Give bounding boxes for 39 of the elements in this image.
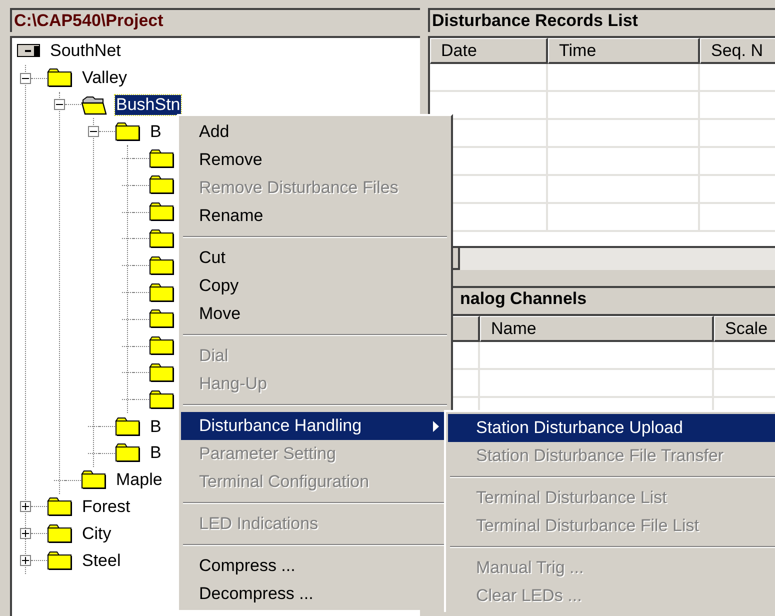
column-header[interactable]: Date bbox=[430, 38, 548, 64]
open-folder-icon bbox=[81, 94, 107, 115]
tree-item[interactable]: B bbox=[149, 416, 162, 437]
pane-title: Disturbance Records List bbox=[428, 8, 775, 32]
collapse-toggle-icon[interactable] bbox=[20, 72, 31, 84]
expand-toggle-icon[interactable] bbox=[20, 501, 31, 512]
tree-item[interactable]: B bbox=[149, 443, 162, 464]
collapse-toggle-icon[interactable] bbox=[54, 99, 65, 110]
submenu-arrow-icon bbox=[433, 420, 439, 432]
tree-item[interactable]: SouthNet bbox=[49, 41, 122, 62]
tree-item[interactable]: Steel bbox=[81, 550, 122, 571]
column-header[interactable]: Time bbox=[548, 38, 700, 64]
menu-item[interactable]: Cut bbox=[181, 244, 449, 272]
column-header[interactable]: Seq. N bbox=[700, 38, 775, 64]
tree-item[interactable]: City bbox=[81, 524, 112, 544]
folder-icon bbox=[115, 416, 141, 437]
menu-item[interactable]: Add bbox=[181, 118, 449, 146]
expand-toggle-icon[interactable] bbox=[20, 555, 31, 566]
folder-icon bbox=[47, 550, 73, 571]
folder-icon bbox=[81, 470, 107, 490]
folder-icon bbox=[47, 496, 73, 517]
folder-icon bbox=[47, 524, 73, 544]
project-path-title: C:\CAP540\Project bbox=[10, 8, 420, 32]
tree-item[interactable]: BushStn bbox=[115, 94, 182, 115]
network-icon bbox=[17, 44, 41, 58]
folder-icon bbox=[47, 68, 73, 88]
column-header[interactable]: Name bbox=[480, 316, 714, 342]
folder-icon bbox=[115, 443, 141, 464]
tree-item[interactable]: Forest bbox=[81, 496, 132, 517]
collapse-toggle-icon[interactable] bbox=[88, 126, 99, 138]
expand-toggle-icon[interactable] bbox=[20, 528, 31, 540]
tree-item[interactable]: B bbox=[149, 122, 162, 142]
folder-icon bbox=[115, 122, 141, 142]
tree-item[interactable]: Maple bbox=[115, 470, 164, 490]
menu-item[interactable]: Rename bbox=[181, 202, 449, 230]
menu-item[interactable]: Station Disturbance Upload bbox=[448, 414, 775, 442]
column-header[interactable]: Scale bbox=[714, 316, 775, 342]
menu-item[interactable]: Remove bbox=[181, 146, 449, 174]
tree-item[interactable]: Valley bbox=[81, 68, 128, 88]
